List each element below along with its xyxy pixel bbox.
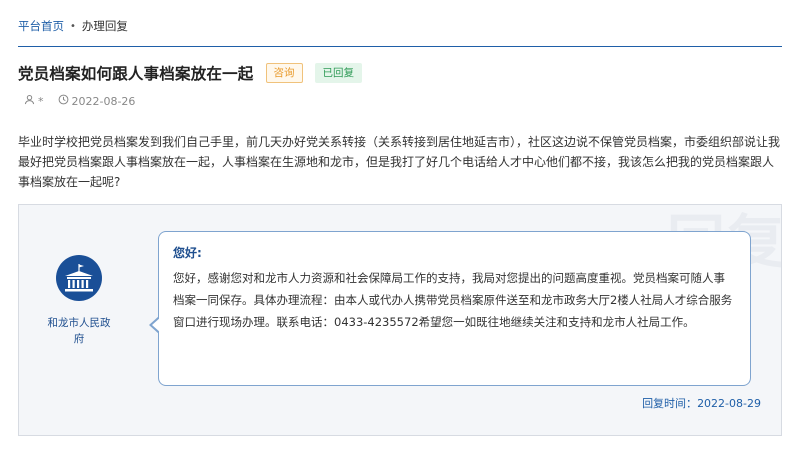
question-body: 毕业时学校把党员档案发到我们自己手里，前几天办好党关系转接（关系转接到居住地延吉… (18, 135, 781, 189)
reply-time-label: 回复时间： (642, 397, 698, 410)
type-badge: 咨询 (265, 63, 303, 83)
page-title: 党员档案如何跟人事档案放在一起 (18, 65, 254, 83)
date-info: 2022-08-26 (58, 94, 136, 108)
breadcrumb-current: 办理回复 (81, 19, 128, 33)
government-building-icon (56, 255, 102, 301)
replying-organization: 和龙市人民政府 (43, 255, 115, 347)
question-meta: * 2022-08-26 (24, 94, 149, 108)
reply-panel: 回复 和龙市人民政府 您好: 您好，感谢您对和龙市人力资源和社会保障局工作的支持… (18, 204, 782, 436)
title-row: 党员档案如何跟人事档案放在一起 咨询 已回复 (18, 62, 363, 84)
header-divider (18, 46, 782, 47)
breadcrumb-home-link[interactable]: 平台首页 (18, 18, 64, 34)
status-badge: 已回复 (314, 63, 363, 83)
breadcrumb: 平台首页 • 办理回复 (18, 18, 128, 34)
question-date: 2022-08-26 (71, 94, 136, 108)
reply-time: 回复时间：2022-08-29 (642, 395, 761, 411)
reply-time-value: 2022-08-29 (697, 397, 761, 410)
organization-name: 和龙市人民政府 (47, 317, 111, 345)
reply-content: 您好，感谢您对和龙市人力资源和社会保障局工作的支持，我局对您提出的问题高度重视。… (173, 271, 733, 329)
author-info: * (24, 94, 44, 108)
reply-bubble: 您好: 您好，感谢您对和龙市人力资源和社会保障局工作的支持，我局对您提出的问题高… (149, 231, 751, 386)
author-name: * (38, 94, 44, 108)
clock-icon (58, 94, 69, 108)
reply-greeting: 您好: (173, 246, 202, 260)
user-icon (24, 94, 35, 108)
breadcrumb-separator: • (70, 20, 76, 32)
